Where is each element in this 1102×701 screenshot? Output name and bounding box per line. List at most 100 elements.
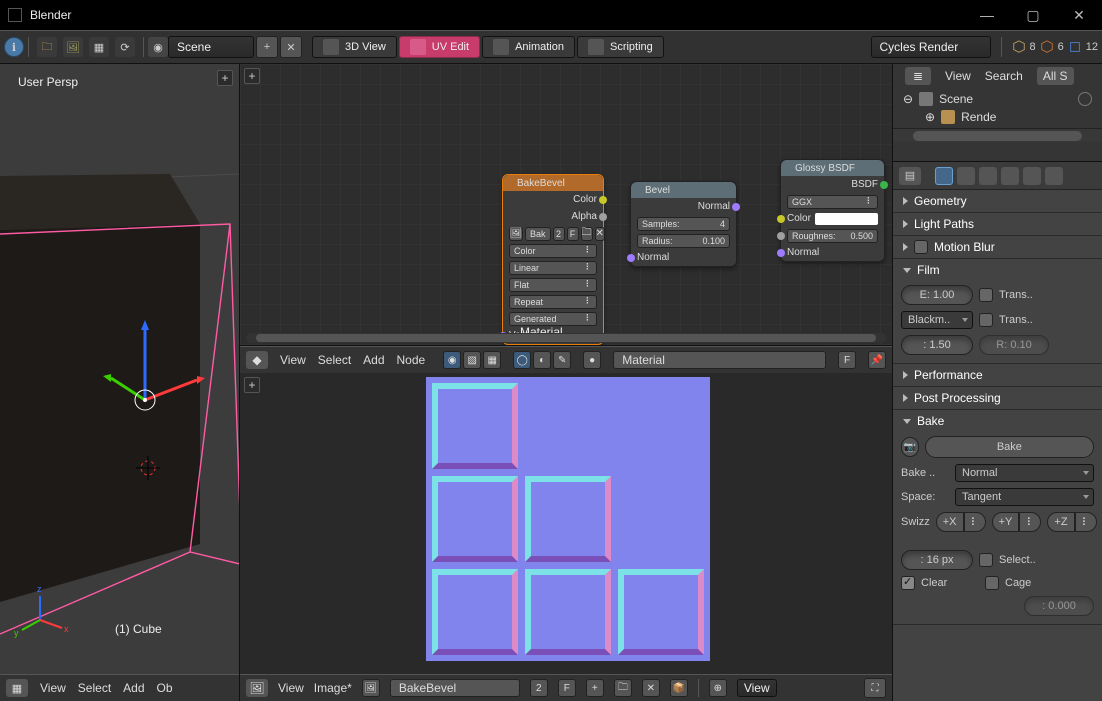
swizzle-x-dropdown[interactable]: +X⠇ [936,512,986,532]
bake-type-dropdown[interactable]: Normal [955,464,1094,482]
socket-in-normal[interactable] [627,254,635,262]
editor-type-icon[interactable]: 🖼 [246,679,268,697]
extension-dropdown[interactable]: Repeat⠇ [509,295,597,309]
maximize-button[interactable]: ▢ [1010,0,1056,30]
editor-type-icon[interactable]: ≣ [905,67,931,85]
menu-add[interactable]: Add [123,681,144,695]
3d-viewport[interactable]: User Persp + [0,64,239,674]
menu-add[interactable]: Add [363,353,384,367]
menu-view[interactable]: View [40,681,66,695]
roughness-field[interactable]: Roughnes:0.500 [787,229,878,243]
panel-bake[interactable]: Bake [893,410,1102,432]
socket-out-bsdf[interactable] [880,181,888,189]
pixel-filter-dropdown[interactable]: Blackm.. [901,311,973,329]
tab-3d-view[interactable]: 3D View [312,36,397,58]
source-dropdown[interactable]: Generated⠇ [509,312,597,326]
editor-type-icon[interactable]: ◆ [246,351,268,369]
interp-dropdown[interactable]: Linear⠇ [509,261,597,275]
menu-search[interactable]: Search [985,69,1023,83]
menu-node[interactable]: Node [397,353,426,367]
node-glossy-bsdf[interactable]: Glossy BSDF BSDF GGX⠇ Color Roughnes:0.5… [780,159,885,262]
cage-extrusion-field[interactable]: : 0.000 [1024,596,1094,616]
outliner-item-scene[interactable]: ⊖ Scene [903,90,1092,108]
menu-view[interactable]: View [280,353,306,367]
socket-in-color[interactable] [777,215,785,223]
swizzle-y-dropdown[interactable]: +Y⠇ [992,512,1042,532]
image-users[interactable]: 2 [530,679,548,697]
node-scrollbar[interactable] [246,333,886,343]
render-tab-icon[interactable] [935,167,953,185]
image-open-icon[interactable]: 🗀 [581,227,593,241]
tab-scripting[interactable]: Scripting [577,36,664,58]
blender-icon[interactable]: ℹ [4,37,24,57]
image-fake-user[interactable]: F [567,227,579,241]
bake-button[interactable]: Bake [925,436,1094,458]
link-icon[interactable]: 🖼 [63,37,83,57]
shader-type-line-icon[interactable]: ▦ [483,351,501,369]
menu-select[interactable]: Select [78,681,111,695]
socket-in-normal[interactable] [777,249,785,257]
margin-field[interactable]: : 16 px [901,550,973,570]
render-engine-dropdown[interactable]: Cycles Render [871,36,991,58]
image-unlink-icon[interactable]: ✕ [642,679,660,697]
renderlayers-tab-icon[interactable] [957,167,975,185]
add-scene-button[interactable]: + [256,36,278,58]
image-users[interactable]: 2 [553,227,565,241]
constraints-tab-icon[interactable] [1045,167,1063,185]
image-browse-icon[interactable]: 🖼 [509,227,523,241]
outliner-tree[interactable]: ⊖ Scene ⊕ Rende [893,88,1102,128]
use-nodes-toggle[interactable]: F [838,351,856,369]
view-mode-dropdown[interactable]: View [737,679,777,697]
normal-space-dropdown[interactable]: Tangent [955,488,1094,506]
minimize-button[interactable]: — [964,0,1010,30]
exposure-field[interactable]: E: 1.00 [901,285,973,305]
tree-type-tex-icon[interactable]: ✎ [553,351,571,369]
panel-motion-blur[interactable]: Motion Blur [893,236,1102,258]
shader-type-object-icon[interactable]: ◉ [443,351,461,369]
append-icon[interactable]: ▦ [89,37,109,57]
world-tab-icon[interactable] [1001,167,1019,185]
motion-blur-checkbox[interactable] [914,240,928,254]
rolling-shutter-field[interactable]: R: 0.10 [979,335,1049,355]
material-field[interactable]: Material [613,351,826,369]
panel-post-processing[interactable]: Post Processing [893,387,1102,409]
samples-field[interactable]: Samples:4 [637,217,730,231]
tree-type-shader-icon[interactable]: ◯ [513,351,531,369]
transparent-glass-checkbox[interactable] [979,313,993,327]
toggle-toolbar-icon[interactable]: + [244,377,260,393]
editor-type-icon[interactable]: ▦ [6,679,28,697]
render-toggle-icon[interactable] [1078,92,1092,106]
scene-dropdown[interactable]: Scene [168,36,254,58]
file-icon[interactable]: 🗀 [37,37,57,57]
menu-image[interactable]: Image* [314,681,352,695]
image-fake-user[interactable]: F [558,679,576,697]
socket-out-alpha[interactable] [599,213,607,221]
panel-performance[interactable]: Performance [893,364,1102,386]
image-unlink-icon[interactable]: ✕ [595,227,605,241]
panel-film[interactable]: Film [893,259,1102,281]
image-name-field[interactable]: BakeBevel [390,679,520,697]
menu-view[interactable]: View [278,681,304,695]
image-canvas[interactable]: + [240,373,892,674]
pin-icon[interactable]: 📌 [868,351,886,369]
toggle-toolbar-icon[interactable]: + [244,68,260,84]
color-swatch[interactable] [815,213,878,225]
menu-object[interactable]: Ob [157,681,173,695]
material-icon[interactable]: ● [583,351,601,369]
display-mode-dropdown[interactable]: All S [1037,67,1074,85]
scene-icon[interactable]: ◉ [148,37,168,57]
close-button[interactable]: ✕ [1056,0,1102,30]
panel-geometry[interactable]: Geometry [893,190,1102,212]
delete-scene-button[interactable]: ✕ [280,36,302,58]
cage-checkbox[interactable] [985,576,999,590]
image-new-icon[interactable]: + [586,679,604,697]
shader-type-world-icon[interactable]: ▧ [463,351,481,369]
socket-in-roughness[interactable] [777,232,785,240]
recover-icon[interactable]: ⟳ [115,37,135,57]
node-editor[interactable]: + BakeBevel Color Alpha 🖼 Bak 2 F 🗀 ✕ [240,64,892,346]
socket-out-normal[interactable] [732,203,740,211]
editor-type-icon[interactable]: ▤ [899,167,921,185]
swizzle-z-dropdown[interactable]: +Z⠇ [1047,512,1096,532]
menu-select[interactable]: Select [318,353,351,367]
socket-out-color[interactable] [599,196,607,204]
